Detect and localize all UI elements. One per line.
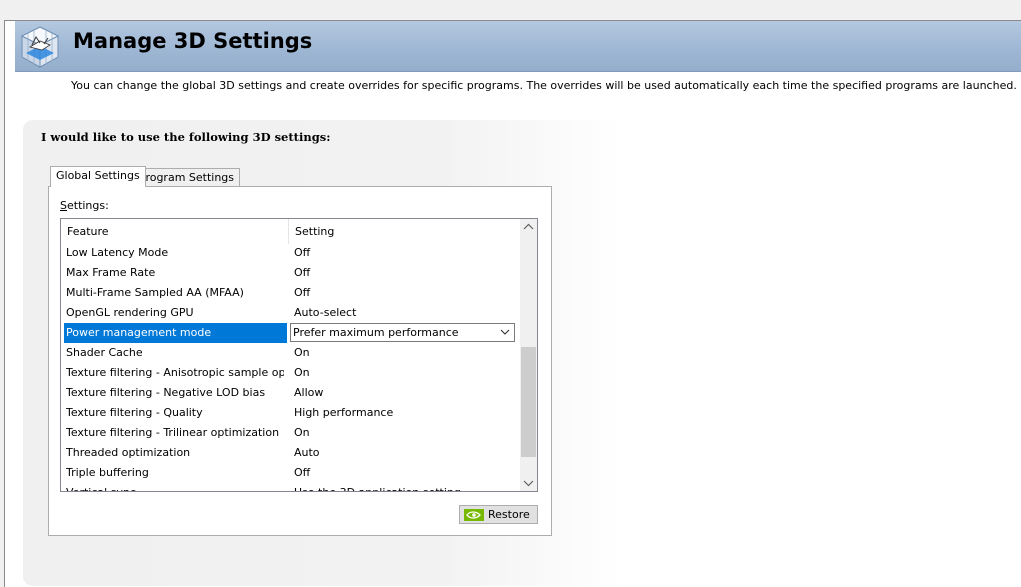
settings-row[interactable]: Texture filtering - Negative LOD bias Al… — [61, 383, 518, 403]
setting-cell: High performance — [294, 406, 394, 419]
feature-cell: Texture filtering - Quality — [66, 406, 203, 419]
tab-program-settings-label: Program Settings — [139, 171, 235, 184]
settings-row[interactable]: Max Frame Rate Off — [61, 263, 518, 283]
setting-cell: Use the 3D application setting — [294, 483, 514, 491]
page-banner: Manage 3D Settings — [15, 21, 1021, 72]
scrollbar-thumb[interactable] — [521, 347, 536, 457]
chevron-down-icon — [500, 326, 510, 338]
settings-row[interactable]: OpenGL rendering GPU Auto-select — [61, 303, 518, 323]
nvidia-logo-icon — [464, 509, 484, 521]
column-header-feature[interactable]: Feature — [67, 219, 109, 244]
scroll-up-button[interactable] — [520, 219, 537, 236]
feature-cell: OpenGL rendering GPU — [66, 306, 194, 319]
settings-row[interactable]: Low Latency Mode Off — [61, 243, 518, 263]
settings-row-partial[interactable]: Vertical sync Use the 3D application set… — [61, 483, 518, 491]
feature-cell: Texture filtering - Negative LOD bias — [66, 386, 266, 399]
chevron-down-icon — [523, 480, 534, 487]
restore-button-label: Restore — [488, 508, 530, 521]
settings-row[interactable]: Multi-Frame Sampled AA (MFAA) Off — [61, 283, 518, 303]
settings-label-text: ettings: — [66, 199, 109, 212]
feature-cell: Shader Cache — [66, 346, 143, 359]
setting-cell: Auto — [294, 446, 320, 459]
restore-button[interactable]: Restore — [459, 505, 538, 524]
settings-row[interactable]: Texture filtering - Quality High perform… — [61, 403, 518, 423]
feature-cell: Max Frame Rate — [66, 266, 156, 279]
feature-cell: Texture filtering - Anisotropic sample o… — [66, 366, 284, 379]
feature-cell: Vertical sync — [66, 483, 284, 491]
tab-global-settings[interactable]: Global Settings — [50, 166, 146, 187]
feature-cell: Low Latency Mode — [66, 246, 169, 259]
power-management-mode-dropdown[interactable]: Prefer maximum performance — [290, 323, 515, 342]
settings-row[interactable]: Threaded optimization Auto — [61, 443, 518, 463]
settings-label-mnemonic: S — [60, 199, 67, 212]
settings-row[interactable]: Texture filtering - Trilinear optimizati… — [61, 423, 518, 443]
feature-cell: Triple buffering — [66, 466, 149, 479]
setting-cell: On — [294, 366, 310, 379]
panel-heading: I would like to use the following 3D set… — [41, 130, 331, 144]
page-title: Manage 3D Settings — [73, 29, 313, 53]
page-description: You can change the global 3D settings an… — [71, 79, 1017, 92]
column-divider[interactable] — [288, 219, 289, 244]
list-vertical-scrollbar[interactable] — [520, 219, 537, 491]
setting-cell: Off — [294, 286, 311, 299]
scroll-down-button[interactable] — [520, 474, 537, 491]
3d-settings-cube-icon — [18, 23, 62, 69]
tab-global-settings-label: Global Settings — [56, 169, 140, 182]
setting-cell: Off — [294, 266, 311, 279]
setting-cell: Off — [294, 466, 311, 479]
feature-cell: Texture filtering - Trilinear optimizati… — [66, 426, 280, 439]
column-header-setting[interactable]: Setting — [295, 219, 334, 244]
setting-cell: On — [294, 426, 310, 439]
manage-3d-settings-page: Manage 3D Settings You can change the gl… — [4, 20, 1021, 587]
setting-cell: Off — [294, 246, 311, 259]
settings-row[interactable]: Triple buffering Off — [61, 463, 518, 483]
settings-row-selected[interactable]: Power management mode Prefer maximum per… — [61, 323, 518, 343]
feature-cell: Multi-Frame Sampled AA (MFAA) — [66, 286, 244, 299]
chevron-up-icon — [523, 223, 534, 230]
settings-row[interactable]: Texture filtering - Anisotropic sample o… — [61, 363, 518, 383]
dropdown-selected-value: Prefer maximum performance — [293, 326, 459, 339]
settings-list-label: Settings: — [60, 199, 109, 212]
setting-cell: On — [294, 346, 310, 359]
tab-program-settings[interactable]: Program Settings — [133, 168, 241, 187]
setting-cell: Auto-select — [294, 306, 357, 319]
setting-cell: Allow — [294, 386, 324, 399]
feature-cell: Threaded optimization — [66, 446, 191, 459]
settings-list-header: Feature Setting — [61, 219, 518, 244]
feature-cell: Power management mode — [64, 323, 287, 343]
settings-list[interactable]: Feature Setting Low Latency Mode Off Max… — [60, 218, 538, 492]
global-settings-tab-pane: Settings: Feature Setting Low Latency Mo… — [48, 186, 552, 536]
settings-row[interactable]: Shader Cache On — [61, 343, 518, 363]
